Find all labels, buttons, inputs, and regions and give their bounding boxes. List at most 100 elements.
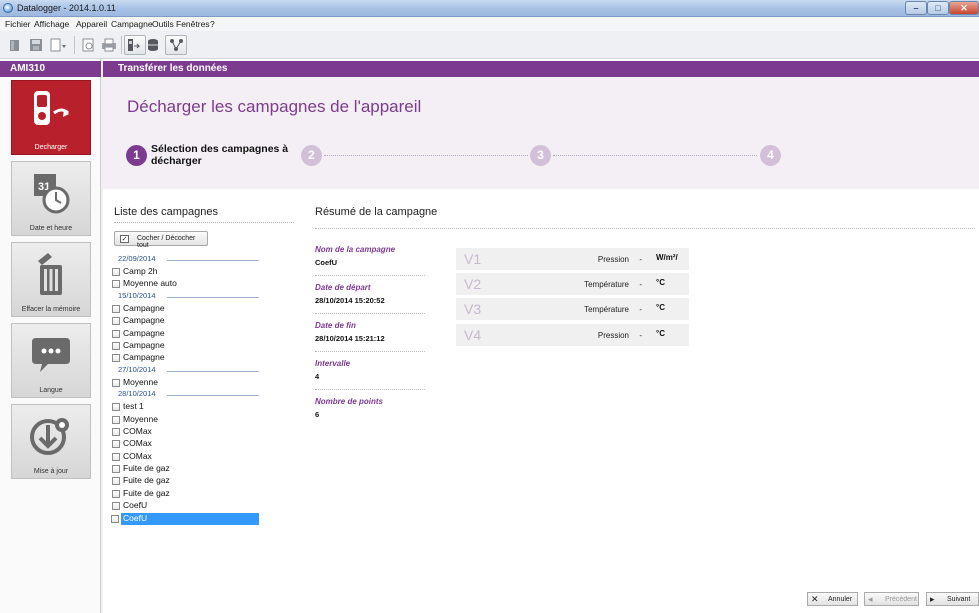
campaign-item[interactable]: Moyenne auto [111, 278, 261, 290]
field-label: Date de fin [315, 321, 356, 330]
section-title: Transférer les données [103, 61, 979, 77]
menu-campagne[interactable]: Campagne [111, 19, 153, 29]
previous-button[interactable]: ◂ Précédent [864, 592, 919, 606]
minimize-icon: – [913, 3, 919, 13]
campaign-item[interactable]: COMax [111, 451, 261, 463]
campaign-checkbox[interactable] [112, 415, 120, 424]
campaign-item[interactable]: Campagne [111, 328, 261, 340]
campaign-name: COMax [123, 438, 152, 449]
campaign-checkbox[interactable] [112, 465, 120, 474]
channel-unit: °C [656, 329, 665, 338]
channel-dash: - [639, 305, 642, 314]
campaign-name: Campagne [123, 327, 165, 338]
toolbar-separator [121, 36, 122, 54]
campaign-item[interactable]: Campagne [111, 315, 261, 327]
date-group-label: 28/10/2014 [118, 389, 156, 399]
campaign-checkbox[interactable] [112, 452, 120, 461]
menu-bar: Fichier Affichage Appareil Campagne Outi… [0, 17, 979, 31]
maximize-button[interactable]: □ [927, 1, 949, 15]
campaign-checkbox[interactable] [112, 304, 120, 313]
step-1-circle: 1 [126, 145, 147, 166]
menu-help[interactable]: ? [210, 19, 215, 29]
sidebar-item-decharger[interactable]: Decharger [11, 80, 91, 155]
date-group-label: 22/09/2014 [118, 254, 156, 263]
campaign-checkbox[interactable] [112, 403, 120, 412]
field-value: 28/10/2014 15:21:12 [315, 334, 385, 343]
campaign-checkbox[interactable] [112, 354, 120, 363]
campaign-item[interactable]: Camp 2h [111, 266, 261, 278]
campaign-checkbox[interactable] [112, 378, 120, 387]
campaign-name: COMax [123, 425, 152, 436]
minimize-button[interactable]: – [905, 1, 927, 15]
sidebar-item-date-heure[interactable]: 31 Date et heure [11, 161, 91, 236]
campaign-list: 22/09/2014 Camp 2h Moyenne auto 15/10/20… [111, 254, 261, 526]
campaign-name: Camp 2h [123, 266, 158, 276]
channel-param: Température [584, 280, 629, 289]
campaign-checkbox[interactable] [112, 440, 120, 449]
menu-affichage[interactable]: Affichage [34, 19, 69, 29]
toolbar-separator [74, 36, 75, 54]
campaign-checkbox[interactable] [112, 280, 120, 289]
campaign-checkbox[interactable] [112, 317, 120, 326]
campaign-name: Campagne [123, 302, 165, 313]
wizard-title: Décharger les campagnes de l'appareil [127, 97, 422, 116]
campaign-item[interactable]: Moyenne [111, 414, 261, 426]
export-icon[interactable] [50, 38, 68, 52]
arrow-right-icon: ▸ [930, 594, 935, 604]
step-2-circle: 2 [301, 145, 322, 166]
date-group-header: 15/10/2014 [111, 291, 261, 303]
campaign-item[interactable]: CoefU [111, 500, 261, 512]
close-icon: ✕ [811, 594, 819, 604]
sidebar-item-langue[interactable]: Langue [11, 323, 91, 398]
network-button[interactable] [165, 35, 187, 55]
campaign-item[interactable]: Moyenne [111, 377, 261, 389]
campaign-item[interactable]: Fuite de gaz [111, 463, 261, 475]
campaign-checkbox[interactable] [112, 329, 120, 338]
campaign-checkbox[interactable] [112, 489, 120, 498]
toggle-all-label: Cocher / Décocher tout [137, 235, 196, 249]
cancel-button[interactable]: ✕ Annuler [807, 592, 858, 606]
menu-fichier[interactable]: Fichier [5, 19, 31, 29]
campaign-item[interactable]: Fuite de gaz [111, 475, 261, 487]
close-button[interactable]: ✕ [949, 1, 979, 15]
campaign-checkbox[interactable] [112, 502, 120, 511]
window-title: Datalogger - 2014.1.0.11 [17, 3, 116, 13]
save-icon[interactable] [29, 38, 43, 52]
channel-param: Pression [597, 331, 629, 340]
campaign-item-selected[interactable]: CoefU [111, 512, 259, 526]
field-value: 4 [315, 372, 320, 381]
step-connector [324, 155, 528, 156]
sidebar-item-mise-a-jour[interactable]: Mise à jour [11, 404, 91, 479]
print-icon[interactable] [101, 38, 117, 52]
campaign-checkbox[interactable] [112, 477, 120, 486]
menu-outils[interactable]: Outils [152, 19, 174, 29]
next-button[interactable]: ▸ Suivant [926, 592, 979, 606]
campaign-item[interactable]: Campagne [111, 303, 261, 315]
channel-id: V1 [464, 251, 482, 267]
campaign-checkbox[interactable] [112, 268, 120, 276]
campaign-checkbox[interactable] [112, 427, 120, 436]
campaign-item[interactable]: Fuite de gaz [111, 488, 261, 500]
main-panel: Transférer les données Décharger les cam… [103, 59, 979, 613]
menu-fenetres[interactable]: Fenêtres [176, 19, 210, 29]
campaign-item[interactable]: Campagne [111, 340, 261, 352]
device-transfer-button[interactable] [124, 35, 146, 55]
campaign-checkbox[interactable] [111, 514, 119, 523]
folder-icon[interactable] [8, 38, 22, 52]
network-icon [170, 39, 183, 51]
campaign-item[interactable]: test 1 [111, 401, 261, 413]
toggle-all-button[interactable]: ✓ Cocher / Décocher tout [114, 231, 208, 249]
campaign-item[interactable]: COMax [111, 438, 261, 450]
campaign-item[interactable]: Campagne [111, 352, 261, 364]
database-icon[interactable] [146, 38, 160, 52]
report-icon[interactable] [81, 38, 95, 52]
sidebar-item-effacer[interactable]: Effacer la mémoire [11, 242, 91, 317]
campaign-name: Fuite de gaz [123, 487, 170, 498]
campaign-checkbox[interactable] [112, 341, 120, 350]
wizard-header: Décharger les campagnes de l'appareil [103, 77, 979, 189]
campaign-item[interactable]: COMax [111, 426, 261, 438]
step-1-label-line2: décharger [151, 155, 202, 167]
channel-dash: - [639, 255, 642, 264]
arrow-left-icon: ◂ [868, 594, 873, 604]
menu-appareil[interactable]: Appareil [76, 19, 107, 29]
